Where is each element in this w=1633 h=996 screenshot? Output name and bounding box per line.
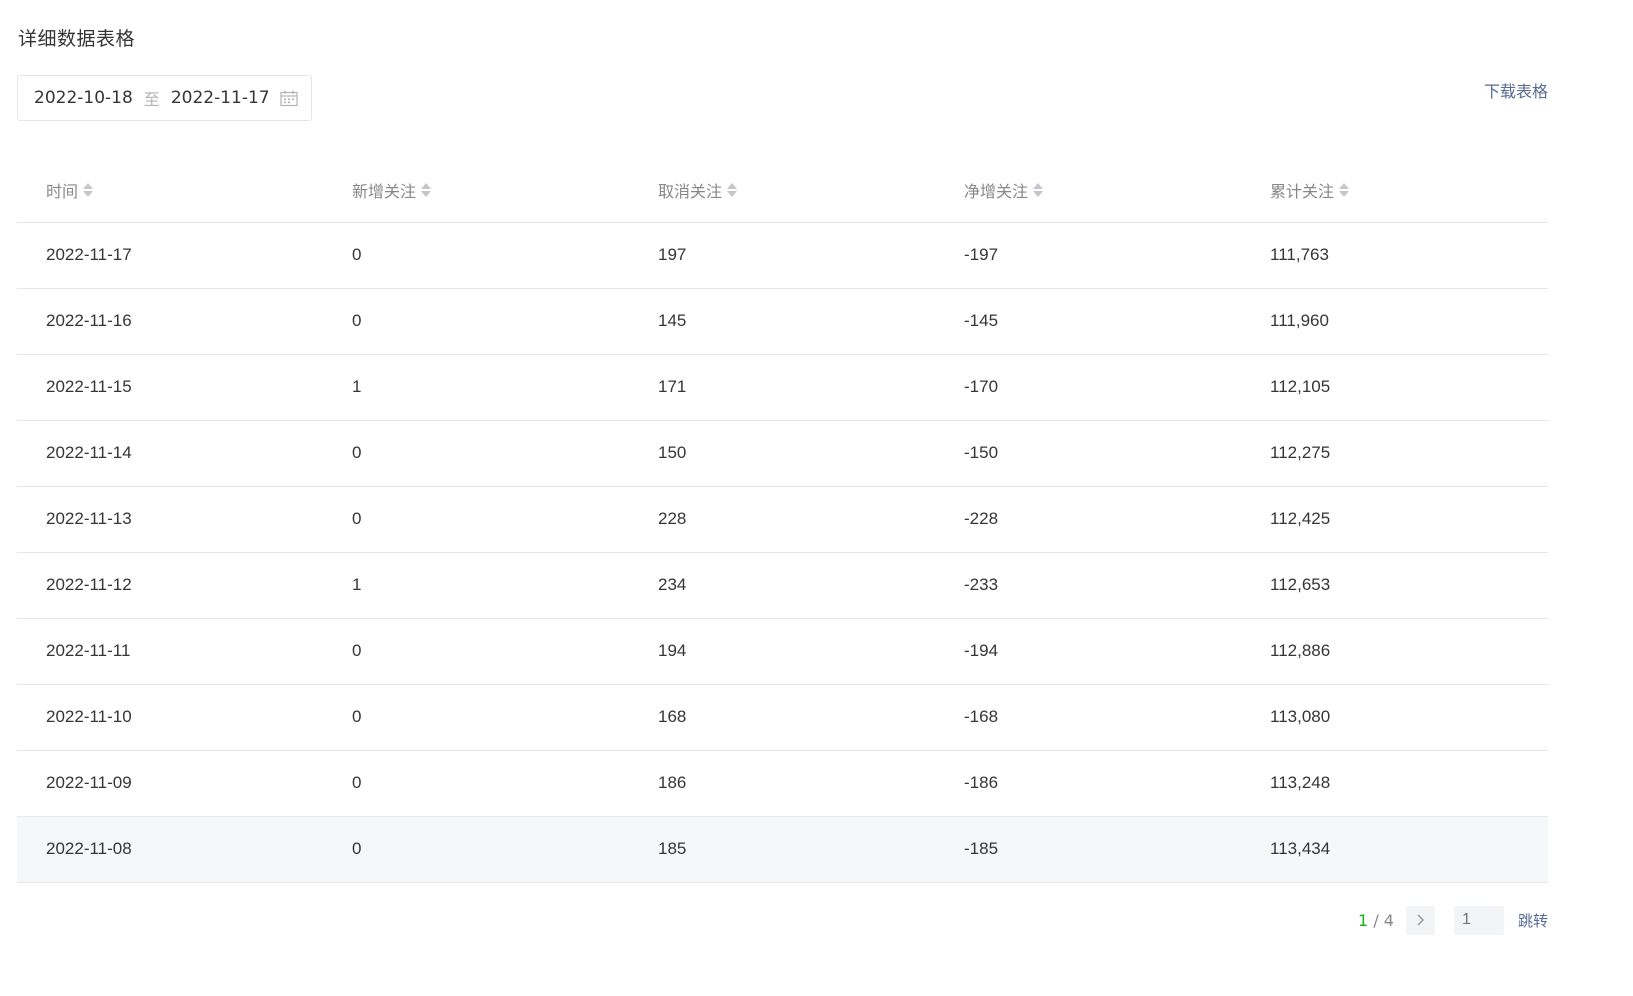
cell-time: 2022-11-13 bbox=[17, 486, 323, 553]
sort-icon bbox=[83, 182, 94, 197]
sort-icon bbox=[1339, 182, 1350, 197]
table-row: 2022-11-12 1 234 -233 112,653 bbox=[17, 552, 1548, 619]
chevron-right-icon bbox=[1417, 914, 1425, 926]
column-header-label: 新增关注 bbox=[352, 181, 417, 201]
cell-new-follows: 0 bbox=[323, 222, 629, 289]
cell-total-follows: 113,434 bbox=[1241, 816, 1548, 883]
cell-net-follows: -186 bbox=[935, 750, 1241, 817]
cell-time: 2022-11-08 bbox=[17, 816, 323, 883]
sort-icon bbox=[421, 182, 432, 197]
cell-total-follows: 112,653 bbox=[1241, 552, 1548, 619]
date-separator: 至 bbox=[143, 90, 160, 109]
cell-unfollows: 186 bbox=[629, 750, 935, 817]
cell-new-follows: 0 bbox=[323, 816, 629, 883]
cell-new-follows: 0 bbox=[323, 750, 629, 817]
column-header-label: 净增关注 bbox=[964, 181, 1029, 201]
cell-time: 2022-11-10 bbox=[17, 684, 323, 751]
sort-icon bbox=[1033, 182, 1044, 197]
column-header-label: 时间 bbox=[46, 181, 79, 201]
next-page-button[interactable] bbox=[1405, 905, 1435, 935]
column-header-inner: 净增关注 bbox=[964, 178, 1044, 202]
cell-time: 2022-11-14 bbox=[17, 420, 323, 487]
pagination: 1 / 4 跳转 bbox=[1358, 905, 1548, 935]
cell-time: 2022-11-17 bbox=[17, 222, 323, 289]
cell-net-follows: -150 bbox=[935, 420, 1241, 487]
cell-total-follows: 113,248 bbox=[1241, 750, 1548, 817]
table-row: 2022-11-15 1 171 -170 112,105 bbox=[17, 354, 1548, 421]
table-row: 2022-11-08 0 185 -185 113,434 bbox=[17, 816, 1548, 883]
cell-net-follows: -228 bbox=[935, 486, 1241, 553]
cell-new-follows: 0 bbox=[323, 684, 629, 751]
column-header-inner: 时间 bbox=[46, 178, 94, 202]
cell-time: 2022-11-12 bbox=[17, 552, 323, 619]
cell-new-follows: 0 bbox=[323, 420, 629, 487]
cell-total-follows: 112,275 bbox=[1241, 420, 1548, 487]
cell-new-follows: 0 bbox=[323, 486, 629, 553]
column-header-net-follows[interactable]: 净增关注 bbox=[935, 158, 1241, 223]
table-row: 2022-11-10 0 168 -168 113,080 bbox=[17, 684, 1548, 751]
table-row: 2022-11-16 0 145 -145 111,960 bbox=[17, 288, 1548, 355]
cell-unfollows: 171 bbox=[629, 354, 935, 421]
cell-net-follows: -145 bbox=[935, 288, 1241, 355]
page-number-input[interactable] bbox=[1453, 905, 1504, 935]
jump-button[interactable]: 跳转 bbox=[1518, 910, 1548, 931]
cell-total-follows: 112,105 bbox=[1241, 354, 1548, 421]
column-header-new-follows[interactable]: 新增关注 bbox=[323, 158, 629, 223]
column-header-unfollows[interactable]: 取消关注 bbox=[629, 158, 935, 223]
page-separator: / bbox=[1368, 910, 1384, 930]
cell-unfollows: 145 bbox=[629, 288, 935, 355]
cell-unfollows: 150 bbox=[629, 420, 935, 487]
total-pages: 4 bbox=[1383, 910, 1394, 930]
cell-new-follows: 0 bbox=[323, 288, 629, 355]
cell-total-follows: 113,080 bbox=[1241, 684, 1548, 751]
section-title: 详细数据表格 bbox=[18, 28, 136, 50]
cell-unfollows: 234 bbox=[629, 552, 935, 619]
cell-net-follows: -170 bbox=[935, 354, 1241, 421]
cell-unfollows: 185 bbox=[629, 816, 935, 883]
table-row: 2022-11-14 0 150 -150 112,275 bbox=[17, 420, 1548, 487]
cell-time: 2022-11-11 bbox=[17, 618, 323, 685]
cell-time: 2022-11-15 bbox=[17, 354, 323, 421]
table-row: 2022-11-17 0 197 -197 111,763 bbox=[17, 222, 1548, 289]
cell-new-follows: 1 bbox=[323, 552, 629, 619]
cell-net-follows: -197 bbox=[935, 222, 1241, 289]
start-date: 2022-10-18 bbox=[34, 88, 133, 108]
column-header-inner: 累计关注 bbox=[1270, 178, 1350, 202]
download-table-link[interactable]: 下载表格 bbox=[1484, 78, 1548, 102]
date-range-picker[interactable]: 2022-10-18 至 2022-11-17 bbox=[17, 75, 312, 121]
current-page: 1 bbox=[1358, 910, 1369, 930]
cell-new-follows: 1 bbox=[323, 354, 629, 421]
table-body: 2022-11-17 0 197 -197 111,763 2022-11-16 0 145-… bbox=[17, 222, 1548, 883]
column-header-inner: 取消关注 bbox=[658, 178, 738, 202]
cell-time: 2022-11-16 bbox=[17, 288, 323, 355]
cell-net-follows: -185 bbox=[935, 816, 1241, 883]
cell-total-follows: 112,886 bbox=[1241, 618, 1548, 685]
cell-total-follows: 112,425 bbox=[1241, 486, 1548, 553]
column-header-total-follows[interactable]: 累计关注 bbox=[1241, 158, 1548, 223]
cell-net-follows: -233 bbox=[935, 552, 1241, 619]
end-date: 2022-11-17 bbox=[170, 88, 270, 108]
table-row: 2022-11-11 0 194 -194 112,886 bbox=[17, 618, 1548, 685]
calendar-icon bbox=[280, 90, 298, 107]
cell-unfollows: 168 bbox=[629, 684, 935, 751]
column-header-time[interactable]: 时间 bbox=[17, 158, 323, 223]
table-header-row: 时间 新增关注 取消关注 净增关注 累计关注 bbox=[17, 158, 1548, 223]
cell-total-follows: 111,763 bbox=[1241, 222, 1548, 289]
table-row: 2022-11-13 0 228 -228 112,425 bbox=[17, 486, 1548, 553]
column-header-label: 累计关注 bbox=[1270, 181, 1335, 201]
column-header-label: 取消关注 bbox=[658, 181, 723, 201]
cell-net-follows: -168 bbox=[935, 684, 1241, 751]
page-indicator: 1 / 4 bbox=[1358, 911, 1394, 930]
column-header-inner: 新增关注 bbox=[352, 178, 432, 202]
table-row: 2022-11-09 0 186 -186 113,248 bbox=[17, 750, 1548, 817]
cell-unfollows: 197 bbox=[629, 222, 935, 289]
data-table: 时间 新增关注 取消关注 净增关注 累计关注 2022-11-17 0 197 -197 111… bbox=[17, 158, 1548, 883]
cell-new-follows: 0 bbox=[323, 618, 629, 685]
cell-unfollows: 194 bbox=[629, 618, 935, 685]
sort-icon bbox=[727, 182, 738, 197]
cell-total-follows: 111,960 bbox=[1241, 288, 1548, 355]
cell-time: 2022-11-09 bbox=[17, 750, 323, 817]
cell-unfollows: 228 bbox=[629, 486, 935, 553]
cell-net-follows: -194 bbox=[935, 618, 1241, 685]
